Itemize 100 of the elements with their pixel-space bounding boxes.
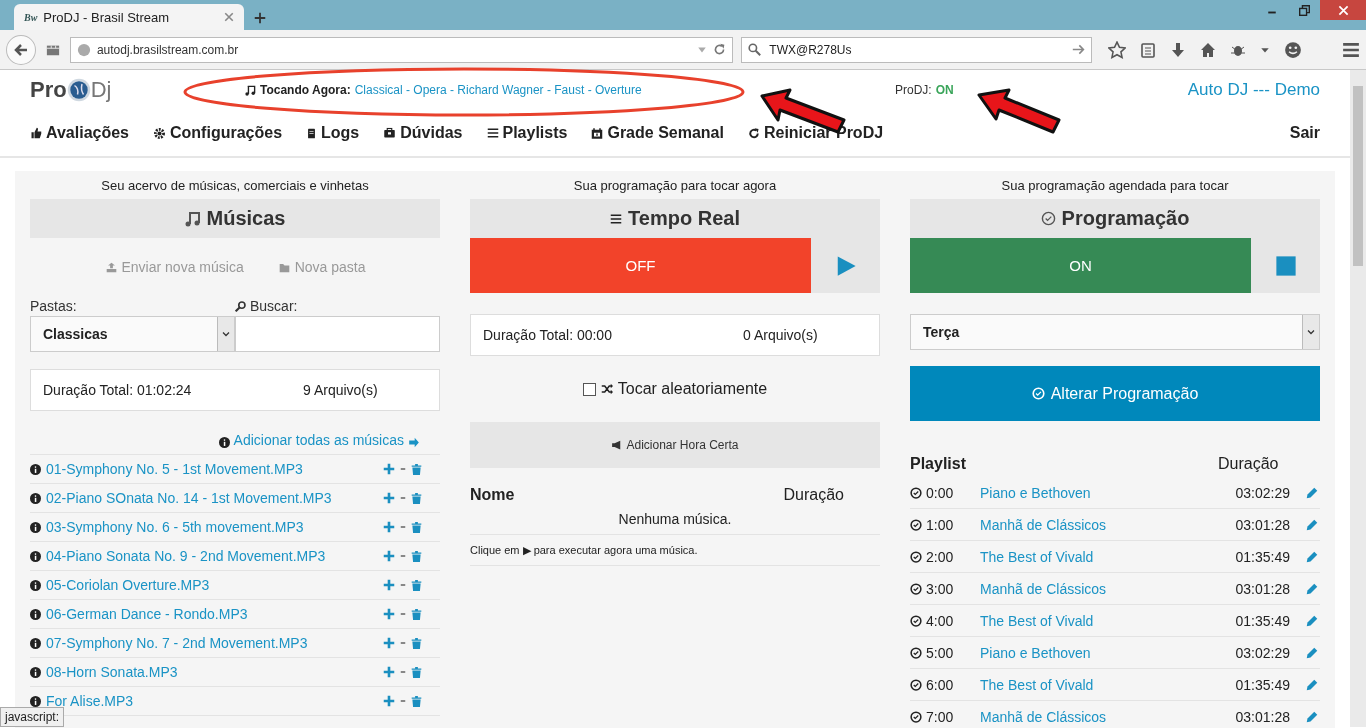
trash-icon[interactable]	[411, 520, 422, 534]
day-select[interactable]: Terça	[910, 314, 1320, 350]
trash-icon[interactable]	[411, 694, 422, 708]
duration-cell-text: 03:01:28	[1234, 708, 1290, 725]
song-link[interactable]: For Alise.MP3	[46, 693, 378, 709]
plus-icon[interactable]	[383, 666, 395, 678]
total-duration: Duração Total: 00:00	[483, 327, 613, 343]
minus-icon[interactable]	[400, 640, 406, 646]
playlist-link[interactable]: Manhã de Clássicos	[980, 516, 1210, 533]
add-time-button[interactable]: Adicionar Hora Certa	[470, 422, 880, 468]
now-playing-link[interactable]: Classical - Opera - Richard Wagner - Faust - Overture	[354, 83, 642, 97]
info-icon	[30, 463, 41, 475]
minus-icon[interactable]	[400, 495, 406, 501]
search-field[interactable]: TWX@R278Us	[741, 36, 1092, 63]
plus-icon[interactable]	[254, 12, 266, 24]
plus-icon[interactable]	[383, 492, 395, 504]
trash-icon[interactable]	[411, 665, 422, 679]
nav-link[interactable]: Avaliações	[30, 124, 129, 142]
time-cell: 0:00	[926, 484, 954, 501]
plus-icon[interactable]	[383, 521, 395, 533]
prodj-logo[interactable]: Pro Dj	[30, 77, 245, 103]
menu-icon[interactable]	[1342, 40, 1360, 59]
song-link[interactable]: 07-Symphony No. 7 - 2nd Movement.MP3	[46, 635, 378, 651]
music-note-icon	[245, 84, 256, 96]
trash-icon[interactable]	[411, 462, 422, 476]
plus-icon[interactable]	[383, 695, 395, 707]
scrollbar[interactable]	[1350, 70, 1366, 727]
edit-icon[interactable]	[1306, 646, 1318, 659]
minus-icon[interactable]	[400, 698, 406, 704]
new-folder-link[interactable]: Nova pasta	[277, 259, 366, 275]
column-header: Duração	[1218, 455, 1280, 473]
song-link[interactable]: 03-Symphony No. 6 - 5th movement.MP3	[46, 519, 378, 535]
playlist-link[interactable]: The Best of Vivald	[980, 676, 1210, 693]
folder-select[interactable]: Classicas	[30, 316, 235, 352]
minus-icon[interactable]	[400, 524, 406, 530]
star-icon[interactable]	[1108, 40, 1126, 59]
song-link[interactable]: 05-Coriolan Overture.MP3	[46, 577, 378, 593]
site-title[interactable]: Auto DJ --- Demo	[1187, 80, 1320, 100]
smiley-icon[interactable]	[1284, 40, 1302, 59]
trash-icon[interactable]	[411, 491, 422, 505]
edit-icon[interactable]	[1306, 678, 1318, 691]
minus-icon[interactable]	[400, 582, 406, 588]
edit-icon[interactable]	[1306, 582, 1318, 595]
nav-link[interactable]: Playlists	[486, 124, 568, 142]
minus-icon[interactable]	[400, 553, 406, 559]
nav-link[interactable]: Grade Semanal	[591, 124, 724, 142]
restore-icon[interactable]	[1298, 4, 1310, 16]
section-caption: Sua programação agendada para tocar	[1000, 177, 1230, 195]
edit-icon[interactable]	[1306, 710, 1318, 723]
download-icon[interactable]	[1170, 41, 1186, 58]
nav-link[interactable]: Configurações	[153, 124, 283, 142]
browser-tab[interactable]: Bw ProDJ - Brasil Stream	[14, 4, 244, 30]
list-icon	[610, 212, 623, 225]
edit-icon[interactable]	[1306, 614, 1318, 627]
arrow-right-icon[interactable]	[1072, 43, 1085, 56]
change-schedule-button[interactable]: Alterar Programação	[910, 366, 1320, 421]
playlist-link[interactable]: Manhã de Clássicos	[980, 708, 1210, 725]
trash-icon[interactable]	[411, 636, 422, 650]
playlist-link[interactable]: Piano e Bethoven	[980, 644, 1210, 661]
plus-icon[interactable]	[383, 637, 395, 649]
plus-icon[interactable]	[383, 550, 395, 562]
edit-icon[interactable]	[1306, 486, 1318, 499]
trash-icon[interactable]	[411, 549, 422, 563]
nav-link[interactable]: Dúvidas	[383, 124, 463, 142]
plus-icon[interactable]	[383, 463, 395, 475]
edit-icon[interactable]	[1306, 550, 1318, 563]
section-caption: Sua programação para tocar agora	[572, 177, 778, 195]
playlist-link[interactable]: Manhã de Clássicos	[980, 580, 1210, 597]
plus-icon[interactable]	[383, 608, 395, 620]
minus-icon[interactable]	[400, 669, 406, 675]
logout-link[interactable]: Sair	[1289, 124, 1320, 142]
stop-icon[interactable]	[1274, 254, 1297, 277]
close-icon[interactable]	[224, 12, 234, 22]
playlist-link[interactable]: Piano e Bethoven	[980, 484, 1210, 501]
trash-icon[interactable]	[411, 578, 422, 592]
nav-link[interactable]: Logs	[306, 124, 360, 142]
clock-icon	[910, 646, 922, 659]
trash-icon[interactable]	[411, 607, 422, 621]
upload-link[interactable]: Enviar nova música	[104, 259, 244, 275]
playlist-link[interactable]: The Best of Vivald	[980, 548, 1210, 565]
search-input[interactable]	[235, 316, 440, 352]
reload-icon[interactable]	[713, 43, 727, 56]
song-link[interactable]: 02-Piano SOnata No. 14 - 1st Movement.MP3	[46, 490, 378, 506]
section-header: Músicas	[30, 199, 440, 238]
status-value: ON	[935, 83, 954, 97]
song-link[interactable]: 06-German Dance - Rondo.MP3	[46, 606, 378, 622]
back-button[interactable]	[6, 34, 36, 65]
song-link[interactable]: 08-Horn Sonata.MP3	[46, 664, 378, 680]
playlist-link[interactable]: The Best of Vivald	[980, 612, 1210, 629]
clipboard-icon[interactable]	[1140, 41, 1156, 58]
edit-icon[interactable]	[1306, 518, 1318, 531]
song-link[interactable]: 04-Piano Sonata No. 9 - 2nd Movement.MP3	[46, 548, 378, 564]
minus-icon[interactable]	[400, 466, 406, 472]
add-all-link[interactable]: Adicionar todas as músicas	[233, 432, 404, 448]
minus-icon[interactable]	[400, 611, 406, 617]
plus-icon[interactable]	[383, 579, 395, 591]
shuffle-checkbox[interactable]	[582, 382, 596, 396]
address-bar[interactable]: autodj.brasilstream.com.br	[69, 36, 734, 63]
home-icon[interactable]	[1200, 41, 1216, 58]
song-link[interactable]: 01-Symphony No. 5 - 1st Movement.MP3	[46, 461, 378, 477]
